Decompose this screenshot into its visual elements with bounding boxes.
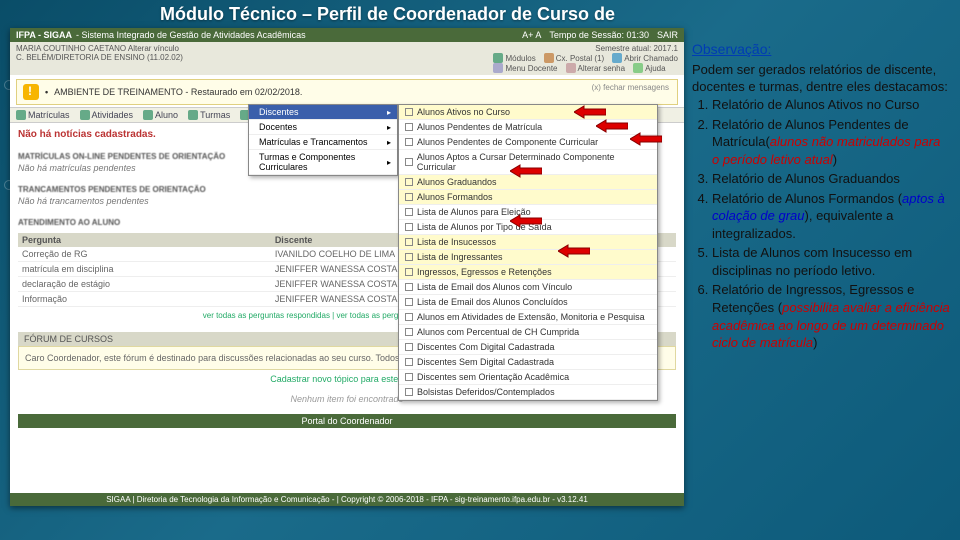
session-time: Tempo de Sessão: 01:30 [549,30,649,40]
menu-turmas[interactable]: Turmas [188,110,230,120]
dd2-item[interactable]: Alunos Ativos no Curso [399,105,657,120]
dd1-item[interactable]: Discentes▸ [249,105,397,120]
menu-atividades[interactable]: Atividades [80,110,134,120]
brand-subtitle: - Sistema Integrado de Gestão de Ativida… [76,30,306,40]
ctrl-chamado[interactable]: Abrir Chamado [612,53,678,63]
dd2-item[interactable]: Lista de Ingressantes [399,250,657,265]
dd2-item[interactable]: Alunos em Atividades de Extensão, Monito… [399,310,657,325]
dropdown-relatorios[interactable]: Discentes▸Docentes▸Matrículas e Trancame… [248,104,398,176]
ctrl-cxpostal[interactable]: Cx. Postal (1) [544,53,604,63]
ctrl-senha[interactable]: Alterar senha [566,63,626,73]
ctrl-ajuda[interactable]: Ajuda [633,63,665,73]
topbar: IFPA - SIGAA - Sistema Integrado de Gest… [10,28,684,42]
warning-text: AMBIENTE DE TREINAMENTO - Restaurado em … [54,87,302,97]
obs-item: Relatório de Alunos Pendentes de Matrícu… [712,116,950,169]
dd2-item[interactable]: Discentes Com Digital Cadastrada [399,340,657,355]
red-arrow-icon [630,132,662,149]
dd1-item[interactable]: Turmas e Componentes Curriculares▸ [249,150,397,175]
font-size-control[interactable]: A+ A [522,30,541,40]
dd2-item[interactable]: Alunos com Percentual de CH Cumprida [399,325,657,340]
obs-intro: Podem ser gerados relatórios de discente… [692,61,950,96]
user-unit: C. BELÉM/DIRETORIA DE ENSINO (11.02.02) [16,53,183,62]
semester-label: Semestre atual: 2017.1 [493,44,678,53]
dd2-item[interactable]: Bolsistas Deferidos/Contemplados [399,385,657,400]
logout-link[interactable]: SAIR [657,30,678,40]
brand: IFPA - SIGAA [16,30,72,40]
userbar: MARIA COUTINHO CAETANO Alterar vínculo C… [10,42,684,75]
footer: SIGAA | Diretoria de Tecnologia da Infor… [10,493,684,506]
red-arrow-icon [596,119,628,136]
menu-aluno[interactable]: Aluno [143,110,178,120]
dd2-item[interactable]: Discentes sem Orientação Acadêmica [399,370,657,385]
red-arrow-icon [510,164,542,181]
close-messages-link[interactable]: (x) fechar mensagens [592,83,669,92]
portal-header: Portal do Coordenador [18,414,676,428]
qtable-h1: Pergunta [18,233,271,247]
dd2-item[interactable]: Lista de Email dos Alunos Concluídos [399,295,657,310]
obs-item: Relatório de Alunos Formandos (aptos à c… [712,190,950,243]
slide-title: Módulo Técnico – Perfil de Coordenador d… [0,0,960,27]
dropdown-discentes[interactable]: Alunos Ativos no Curso Alunos Pendentes d… [398,104,658,401]
menu-matrículas[interactable]: Matrículas [16,110,70,120]
red-arrow-icon [510,214,542,231]
obs-item: Relatório de Ingressos, Egressos e Reten… [712,281,950,351]
obs-item: Relatório de Alunos Ativos no Curso [712,96,950,114]
dd1-item[interactable]: Docentes▸ [249,120,397,135]
warning-banner: • AMBIENTE DE TREINAMENTO - Restaurado e… [16,79,678,105]
red-arrow-icon [558,244,590,261]
ctrl-modulos[interactable]: Módulos [493,53,535,63]
obs-item: Lista de Alunos com Insucesso em discipl… [712,244,950,279]
obs-title: Observação: [692,40,950,59]
dd2-item[interactable]: Lista de Email dos Alunos com Vínculo [399,280,657,295]
dd1-item[interactable]: Matrículas e Trancamentos▸ [249,135,397,150]
dd2-item[interactable]: Lista de Insucessos [399,235,657,250]
user-name: MARIA COUTINHO CAETANO Alterar vínculo [16,44,183,53]
ctrl-menu[interactable]: Menu Docente [493,63,557,73]
warning-icon [23,84,39,100]
dd2-item[interactable]: Alunos Formandos [399,190,657,205]
dd2-item[interactable]: Ingressos, Egressos e Retenções [399,265,657,280]
dd2-item[interactable]: Alunos Pendentes de Componente Curricula… [399,135,657,150]
obs-item: Relatório de Alunos Graduandos [712,170,950,188]
dd2-item[interactable]: Discentes Sem Digital Cadastrada [399,355,657,370]
observations-panel: Observação: Podem ser gerados relatórios… [692,40,950,354]
